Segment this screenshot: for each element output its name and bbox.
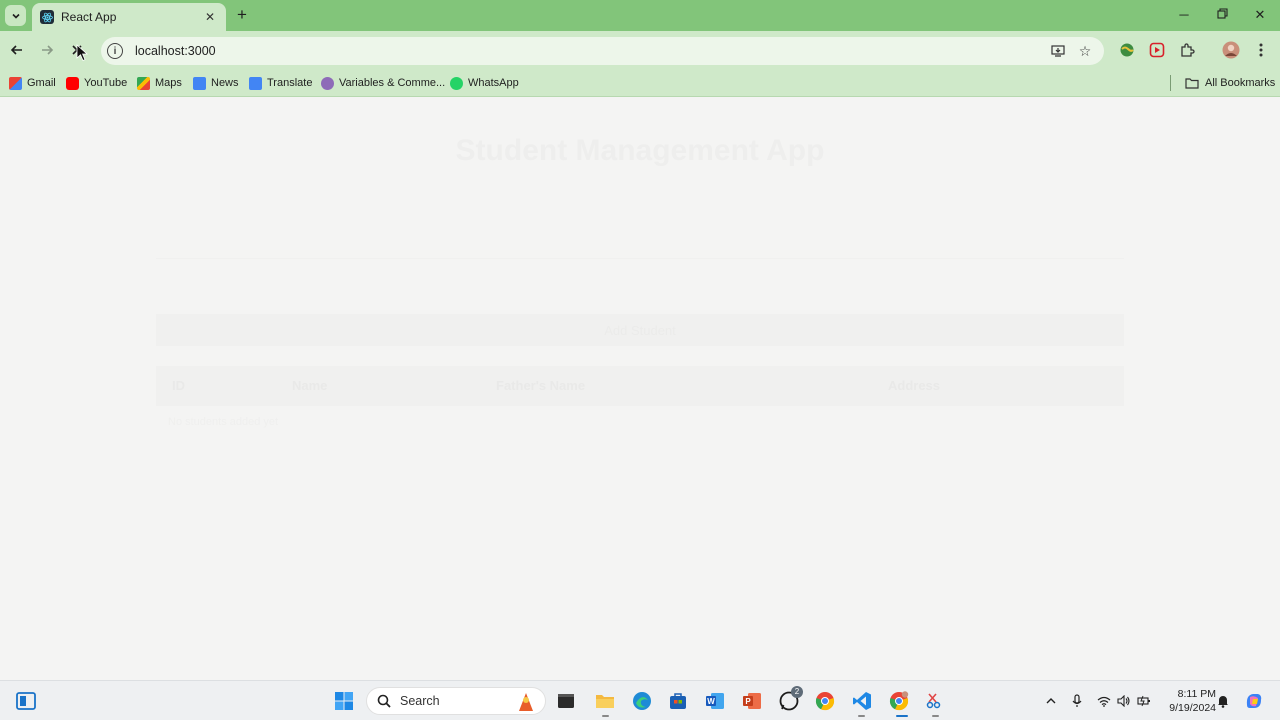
system-clock[interactable]: 8:11 PM 9/19/2024 [1160,687,1216,715]
youtube-icon [66,76,79,90]
tab-close-icon[interactable]: ✕ [202,10,218,24]
snipping-tool-icon[interactable] [925,690,947,712]
whatsapp-badge: 2 [791,686,803,698]
bookmarks-divider [1170,75,1171,91]
column-fathers-name: Father's Name [496,378,586,393]
taskbar-search-input[interactable]: Search [366,687,546,715]
wifi-icon[interactable] [1093,690,1115,712]
tab-strip: React App ✕ + ─ ✕ [0,0,1280,31]
folder-icon [1185,77,1199,89]
react-icon [40,10,54,24]
copilot-icon[interactable] [1243,690,1265,712]
back-arrow-icon[interactable] [7,40,27,60]
tray-overflow-chevron-icon[interactable] [1040,690,1062,712]
chrome-icon[interactable] [814,690,836,712]
form-area [156,258,1124,259]
new-tab-button[interactable]: + [233,6,251,24]
running-indicator [858,715,865,717]
bookmark-whatsapp[interactable]: WhatsApp [450,75,519,91]
battery-plug-icon[interactable] [1133,690,1155,712]
bookmark-star-icon[interactable]: ☆ [1077,43,1093,59]
whatsapp-icon [450,76,463,90]
file-explorer-icon[interactable] [594,690,616,712]
add-student-button[interactable]: Add Student [156,314,1124,346]
tab-title: React App [61,10,117,24]
whatsapp-taskbar-icon[interactable]: 2 [778,686,803,712]
page-content: Student Management App Add Student ID Na… [0,98,1280,680]
site-info-icon[interactable]: i [107,43,123,59]
powerpoint-icon[interactable]: P [741,690,763,712]
terminal-icon[interactable] [555,690,577,712]
gmail-icon [9,76,22,90]
bookmark-youtube[interactable]: YouTube [66,75,127,91]
minimize-icon[interactable]: ─ [1174,6,1194,24]
column-address: Address [888,378,941,393]
bookmark-translate[interactable]: Translate [249,75,312,91]
edge-icon[interactable] [631,690,653,712]
extension-record-icon[interactable] [1148,41,1166,59]
search-highlight-icon [515,691,537,716]
tab-search-button[interactable] [5,5,26,26]
chevron-down-icon [11,13,20,19]
profile-avatar[interactable] [1222,41,1240,59]
column-id: ID [172,378,185,393]
word-icon[interactable]: W [704,690,726,712]
bookmark-news[interactable]: News [193,75,239,91]
maps-icon [137,76,150,90]
column-name: Name [292,378,328,393]
forward-arrow-icon[interactable] [37,40,57,60]
table-header: ID Name Father's Name Address [156,366,1124,406]
address-bar[interactable]: i localhost:3000 ☆ [101,37,1104,65]
notification-bell-icon[interactable] [1212,690,1234,712]
extension-globe-icon[interactable] [1118,41,1136,59]
running-indicator [932,715,939,717]
page-title: Student Management App [455,134,825,167]
install-app-icon[interactable] [1050,43,1066,59]
chrome-profile-icon[interactable] [888,690,910,712]
translate-icon [249,76,262,90]
person-icon [321,76,334,90]
active-indicator [896,715,908,717]
search-icon [377,694,391,708]
microphone-icon[interactable] [1066,690,1088,712]
bookmark-maps[interactable]: Maps [137,75,182,91]
news-icon [193,76,206,90]
window-close-icon[interactable]: ✕ [1250,6,1270,24]
widgets-icon[interactable] [15,690,37,712]
browser-tab[interactable]: React App ✕ [32,3,226,31]
restore-icon[interactable] [1212,6,1232,24]
empty-table-text: No students added yet [168,416,279,428]
svg-text:W: W [707,697,715,706]
browser-menu-icon[interactable] [1252,41,1270,59]
bookmark-variables[interactable]: Variables & Comme... [321,75,445,91]
running-indicator [602,715,609,717]
bookmark-gmail[interactable]: Gmail [9,75,56,91]
volume-icon[interactable] [1113,690,1135,712]
clock-date: 9/19/2024 [1169,702,1216,714]
store-icon[interactable] [667,690,689,712]
extensions-puzzle-icon[interactable] [1178,41,1196,59]
bookmarks-bar: Gmail YouTube Maps News Translate Variab… [0,69,1280,97]
url-text[interactable]: localhost:3000 [135,44,1050,58]
all-bookmarks-button[interactable]: All Bookmarks [1185,75,1275,91]
taskbar: Search W P 2 8:11 PM 9/19/2024 [0,680,1280,720]
clock-time: 8:11 PM [1177,688,1216,700]
vscode-icon[interactable] [851,690,873,712]
mouse-cursor-icon [76,44,88,62]
browser-toolbar: i localhost:3000 ☆ [0,31,1280,69]
svg-text:P: P [745,697,751,706]
start-windows-icon[interactable] [333,690,355,712]
